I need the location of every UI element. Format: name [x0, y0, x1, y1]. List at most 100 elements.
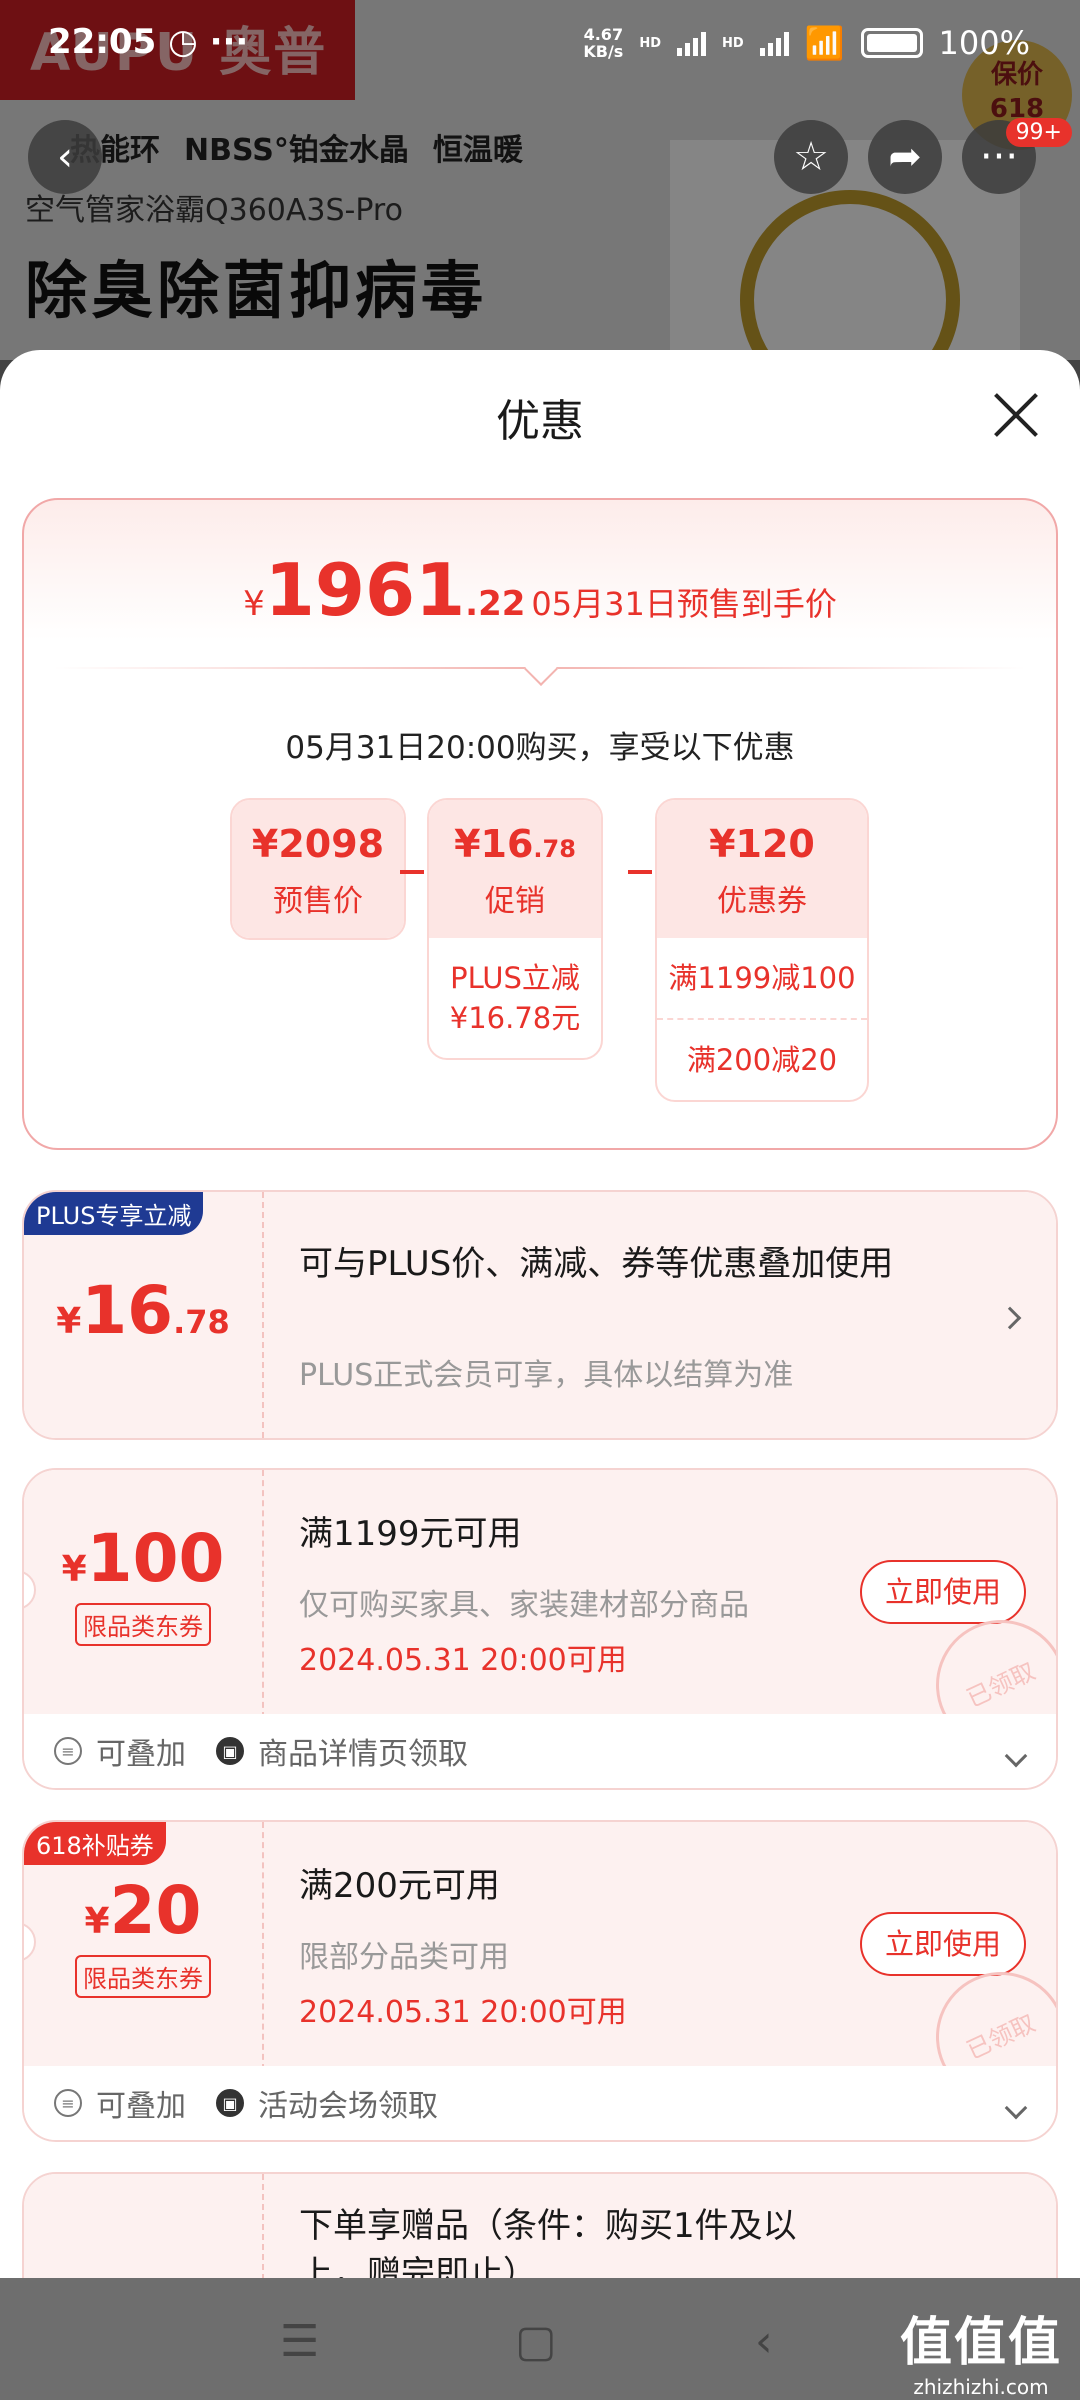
gift-card[interactable]: 下单享赠品（条件：购买1件及以上，赠完即止）	[22, 2172, 1058, 2280]
chevron-right-icon	[998, 1306, 1022, 1330]
signal-icon	[759, 30, 789, 56]
price-decimal: .22	[465, 584, 526, 624]
battery-icon	[860, 28, 923, 58]
stackable-label: 可叠加	[96, 2089, 186, 2124]
coupon-source: 商品详情页领取	[258, 1737, 468, 1772]
coupon-footer[interactable]: ≡ 可叠加 ▣ 活动会场领取	[24, 2066, 1056, 2140]
amount-integer: 16	[81, 1272, 174, 1349]
net-speed-value: 4.67	[583, 25, 624, 44]
box-value-decimal: .78	[533, 835, 576, 863]
watermark-url: zhizhizhi.com	[913, 2375, 1049, 2399]
box-value: ¥120	[709, 822, 815, 866]
notification-icon: ◷	[168, 22, 198, 62]
coupon-title: 满1199元可用	[299, 1514, 522, 1554]
amount-decimal: .78	[173, 1303, 230, 1341]
coupon-desc: 仅可购买家具、家装建材部分商品	[299, 1588, 749, 1623]
menu-icon[interactable]: ☰	[280, 2316, 319, 2367]
plus-discount-card[interactable]: ¥16.78 PLUS专享立减 可与PLUS价、满减、券等优惠叠加使用 PLUS…	[22, 1190, 1058, 1440]
use-coupon-button[interactable]: 立即使用	[860, 1912, 1026, 1976]
plus-title: 可与PLUS价、满减、券等优惠叠加使用	[299, 1244, 894, 1284]
coupon-tag: 限品类东券	[75, 1955, 211, 1998]
amount-value: 20	[109, 1872, 202, 1949]
currency-symbol: ¥	[243, 584, 265, 624]
subsidy-ribbon: 618补贴券	[24, 1822, 166, 1865]
gift-title: 下单享赠品（条件：购买1件及以上，赠完即止）	[299, 2206, 797, 2280]
coupon-card: ¥20 限品类东券 618补贴券 满200元可用 限部分品类可用 2024.05…	[22, 1820, 1058, 2142]
net-speed: 4.67 KB/s	[583, 26, 623, 60]
home-icon[interactable]: ▢	[515, 2316, 557, 2367]
coupon-time: 2024.05.31 20:00可用	[299, 1643, 627, 1678]
final-price: ¥1961.22 05月31日预售到手价	[24, 548, 1056, 632]
coupon-source: 活动会场领取	[258, 2089, 438, 2124]
box-value: ¥16	[454, 822, 534, 866]
box-detail: 满200减20	[657, 1018, 867, 1100]
box-name: 预售价	[273, 884, 363, 919]
coupon-card: ¥100 限品类东券 满1199元可用 仅可购买家具、家装建材部分商品 2024…	[22, 1468, 1058, 1790]
plus-amount: ¥16.78	[24, 1272, 262, 1349]
coupon-footer[interactable]: ≡ 可叠加 ▣ 商品详情页领取	[24, 1714, 1056, 1788]
watermark: 值值值 zhizhizhi.com	[900, 2300, 1062, 2399]
source-icon: ▣	[216, 2089, 244, 2117]
box-detail: 满1199减100	[668, 961, 856, 995]
box-name: 优惠券	[717, 884, 807, 919]
screen: AUPU 奥普 热能环 NBSS°铂金水晶 恒温暖 空气管家浴霸Q360A3S-…	[0, 0, 1080, 2400]
stack-icon: ≡	[54, 2089, 82, 2117]
box-value: ¥2098	[251, 822, 385, 866]
plus-desc: PLUS正式会员可享，具体以结算为准	[299, 1358, 794, 1393]
share-button[interactable]: ➦	[868, 120, 942, 194]
star-icon: ☆	[793, 134, 829, 180]
purchase-time-note: 05月31日20:00购买，享受以下优惠	[285, 730, 795, 766]
favorite-button[interactable]: ☆	[774, 120, 848, 194]
status-bar: 22:05 ◷ ··· 4.67 KB/s HD HD 📶 100%	[0, 0, 1080, 95]
amount-value: 100	[86, 1520, 225, 1597]
coupon-tag: 限品类东券	[75, 1603, 211, 1646]
back-icon[interactable]: ‹	[755, 2316, 773, 2367]
chevron-down-icon[interactable]	[1004, 1744, 1028, 1768]
back-button[interactable]: ‹	[28, 120, 102, 194]
net-speed-unit: KB/s	[583, 42, 624, 61]
price-label: 05月31日预售到手价	[531, 585, 837, 623]
presale-price-box: ¥2098 预售价	[230, 798, 406, 940]
currency-symbol: ¥	[61, 1549, 87, 1590]
more-notifications: ···	[209, 22, 249, 62]
stack-icon: ≡	[54, 1737, 82, 1765]
coupon-amount-panel: ¥100 限品类东券	[24, 1470, 264, 1718]
hd-label: HD	[639, 35, 661, 51]
discount-sheet: 优惠 ¥1961.22 05月31日预售到手价 05月31日20:00购买，享受以…	[0, 350, 1080, 2280]
watermark-logo: 值值值	[899, 2313, 1062, 2373]
message-badge: 99+	[1005, 118, 1072, 147]
coupon-amount: ¥20	[24, 1872, 262, 1949]
sheet-title: 优惠	[496, 396, 584, 447]
price-summary: ¥1961.22 05月31日预售到手价 05月31日20:00购买，享受以下优惠…	[22, 498, 1058, 1150]
status-icons: 4.67 KB/s HD HD 📶 100%	[583, 24, 1030, 62]
coupon-box: ¥120 优惠券 满1199减100 满200减20	[655, 798, 869, 1102]
wifi-icon: 📶	[804, 24, 845, 62]
battery-level: 100%	[938, 24, 1030, 62]
currency-symbol: ¥	[84, 1901, 110, 1942]
currency-symbol: ¥	[56, 1301, 82, 1342]
hd-label: HD	[722, 35, 744, 51]
chevron-left-icon: ‹	[57, 134, 73, 180]
gift-icon-panel	[24, 2174, 264, 2280]
clock: 22:05 ◷ ···	[48, 22, 248, 62]
plus-ribbon: PLUS专享立减	[24, 1192, 204, 1235]
minus-sign	[400, 870, 424, 874]
coupon-time: 2024.05.31 20:00可用	[299, 1995, 627, 2030]
coupon-title: 满200元可用	[299, 1866, 500, 1906]
coupon-desc: 限部分品类可用	[299, 1940, 509, 1975]
chevron-down-icon[interactable]	[1004, 2096, 1028, 2120]
clock-time: 22:05	[48, 22, 157, 62]
use-coupon-button[interactable]: 立即使用	[860, 1560, 1026, 1624]
source-icon: ▣	[216, 1737, 244, 1765]
box-name: 促销	[485, 884, 545, 919]
stackable-label: 可叠加	[96, 1737, 186, 1772]
share-icon: ➦	[888, 134, 922, 180]
divider-notch	[524, 652, 558, 686]
signal-icon	[677, 30, 706, 56]
coupon-amount: ¥100	[24, 1520, 262, 1597]
minus-sign	[628, 870, 652, 874]
close-icon[interactable]	[990, 390, 1040, 440]
price-integer: 1961	[264, 548, 466, 632]
promotion-box: ¥16.78 促销 PLUS立减 ¥16.78元	[427, 798, 603, 1060]
box-detail: PLUS立减 ¥16.78元	[449, 961, 581, 1035]
